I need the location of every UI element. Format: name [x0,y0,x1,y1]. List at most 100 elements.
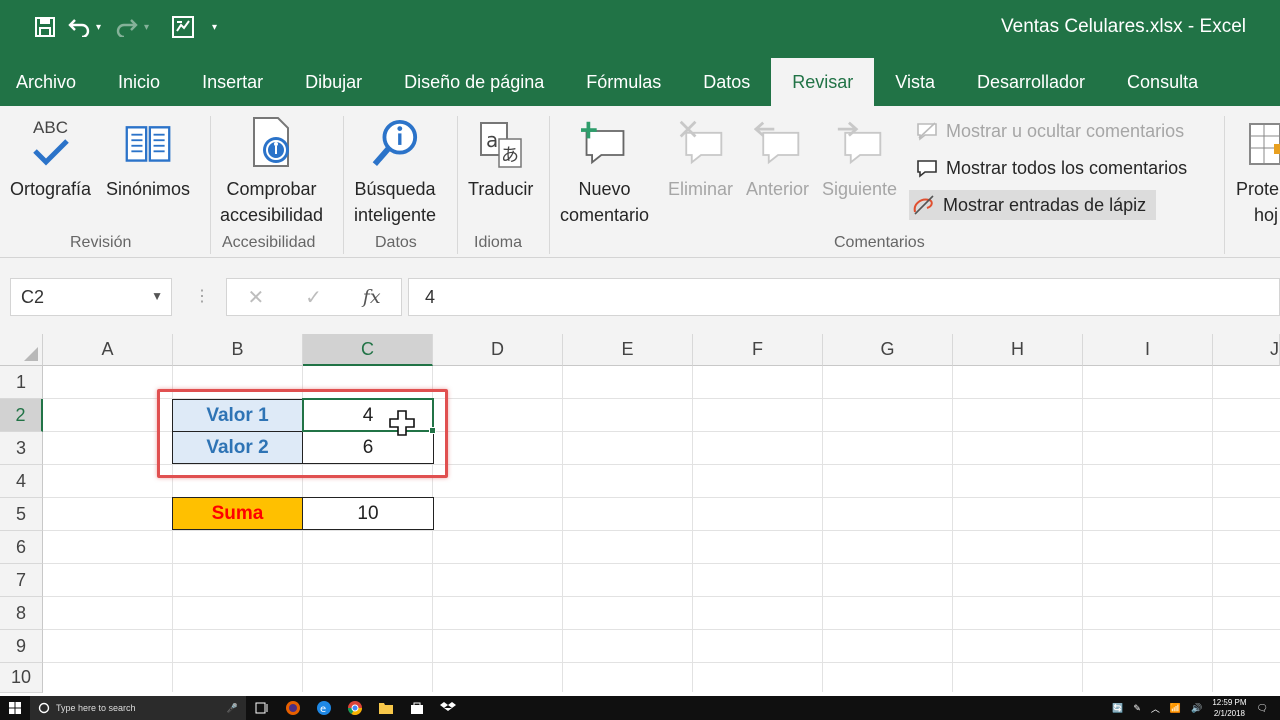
thesaurus-button[interactable]: Sinónimos [106,114,190,202]
edge-icon[interactable]: e [308,696,339,720]
show-ink-button[interactable]: Mostrar entradas de lápiz [909,190,1157,220]
volume-icon[interactable]: 🔊 [1191,703,1202,714]
name-box-value: C2 [21,287,45,307]
search-placeholder: Type here to search [56,703,136,713]
store-icon[interactable] [401,696,432,720]
row-header-5[interactable]: 5 [0,498,43,531]
previous-comment-button[interactable]: Anterior [746,114,809,202]
row-header-4[interactable]: 4 [0,465,43,498]
column-header-h[interactable]: H [953,334,1083,366]
row-header-3[interactable]: 3 [0,432,43,465]
delete-comment-icon [677,114,725,172]
tab-formulas[interactable]: Fórmulas [586,58,661,106]
translate-label: Traducir [468,179,534,199]
tab-vista[interactable]: Vista [895,58,935,106]
formula-bar-grip-icon[interactable]: ⋮ [194,286,210,306]
column-header-j[interactable]: J [1213,334,1280,366]
column-header-a[interactable]: A [43,334,173,366]
show-all-comments-label: Mostrar todos los comentarios [946,157,1188,178]
redo-dropdown-icon[interactable]: ▾ [144,22,158,33]
row-header-7[interactable]: 7 [0,564,43,597]
show-ink-label: Mostrar entradas de lápiz [943,194,1147,215]
row-header-2[interactable]: 2 [0,399,43,432]
new-comment-icon [580,114,629,172]
network-icon[interactable]: 📶 [1170,703,1181,714]
smart-lookup-icon [371,114,419,172]
microphone-icon[interactable]: 🎤 [227,703,238,714]
new-comment-button[interactable]: Nuevo comentario [560,114,649,228]
previous-comment-label: Anterior [746,179,810,199]
form-icon[interactable] [166,12,200,42]
save-icon[interactable] [28,12,62,42]
tab-datos[interactable]: Datos [703,58,750,106]
row-header-8[interactable]: 8 [0,597,43,630]
tab-inicio[interactable]: Inicio [118,58,160,106]
translate-button[interactable]: aあ Traducir [468,114,533,202]
row-header-1[interactable]: 1 [0,366,43,399]
column-header-f[interactable]: F [693,334,823,366]
show-all-comments-button[interactable]: Mostrar todos los comentarios [912,153,1187,183]
system-tray: 🔄 ✎ ︿ 📶 🔊 12:59 PM 2/1/2018 🗨 [1112,696,1280,720]
smart-lookup-button[interactable]: Búsqueda inteligente [354,114,436,228]
new-comment-line2: comentario [560,205,650,225]
check-accessibility-button[interactable]: Comprobar accesibilidad [220,114,323,228]
svg-text:e: e [320,704,326,715]
name-box-dropdown-icon[interactable]: ▼ [151,289,163,303]
column-header-i[interactable]: I [1083,334,1213,366]
redo-icon[interactable] [110,12,144,42]
taskbar-search[interactable]: Type here to search 🎤 [30,696,246,720]
search-icon [38,702,50,714]
svg-text:あ: あ [501,145,519,166]
insert-function-icon[interactable]: fx [363,286,381,308]
delete-comment-button[interactable]: Eliminar [668,114,733,202]
tab-consulta[interactable]: Consulta [1127,58,1198,106]
cell-b5[interactable]: Suma [172,497,303,530]
undo-dropdown-icon[interactable]: ▾ [96,22,110,33]
protect-sheet-button[interactable]: Prote hoj [1234,114,1280,228]
task-view-icon[interactable] [246,696,277,720]
clock-time: 12:59 PM [1212,698,1247,707]
confirm-entry-icon[interactable]: ✓ [305,285,322,310]
column-header-d[interactable]: D [433,334,563,366]
tab-dibujar[interactable]: Dibujar [305,58,362,106]
column-header-e[interactable]: E [563,334,693,366]
windows-start-icon[interactable] [0,702,30,714]
group-label-comentarios: Comentarios [834,234,925,251]
column-header-b[interactable]: B [173,334,303,366]
title-bar: ▾ ▾ ▾ Ventas Celulares.xlsx - Excel [0,0,1280,58]
column-header-g[interactable]: G [823,334,953,366]
formula-input[interactable]: 4 [408,278,1280,316]
tab-diseno-pagina[interactable]: Diseño de página [404,58,544,106]
taskbar: Type here to search 🎤 e 🔄 ✎ ︿ 📶 🔊 12:59 … [0,696,1280,720]
spelling-button[interactable]: ABC Ortografía [10,114,91,202]
svg-text:a: a [486,128,498,152]
dropbox-icon[interactable] [432,696,463,720]
name-box[interactable]: C2 ▼ [10,278,172,316]
firefox-icon[interactable] [277,696,308,720]
customize-qat-icon[interactable]: ▾ [212,22,226,33]
pen-icon[interactable]: ✎ [1133,703,1141,714]
select-all-corner[interactable] [0,334,43,366]
show-hide-comments-button[interactable]: Mostrar u ocultar comentarios [912,116,1184,146]
chrome-icon[interactable] [339,696,370,720]
sync-icon[interactable]: 🔄 [1112,703,1123,714]
column-header-c[interactable]: C [303,334,433,366]
notifications-icon[interactable]: 🗨 [1257,703,1268,714]
row-header-9[interactable]: 9 [0,630,43,663]
clock[interactable]: 12:59 PM 2/1/2018 [1212,697,1246,719]
tab-insertar[interactable]: Insertar [202,58,263,106]
protect-sheet-line1: Prote [1236,179,1280,199]
tab-desarrollador[interactable]: Desarrollador [977,58,1085,106]
tab-archivo[interactable]: Archivo [16,58,76,106]
row-header-6[interactable]: 6 [0,531,43,564]
tab-revisar[interactable]: Revisar [771,58,875,106]
file-explorer-icon[interactable] [370,696,401,720]
row-header-10[interactable]: 10 [0,663,43,693]
next-comment-button[interactable]: Siguiente [822,114,897,202]
cancel-entry-icon[interactable]: ✕ [247,285,264,310]
undo-icon[interactable] [62,12,96,42]
chevron-up-icon[interactable]: ︿ [1151,702,1160,715]
cell-c5[interactable]: 10 [302,497,434,530]
book-icon [124,114,172,172]
group-label-revision: Revisión [70,234,132,251]
